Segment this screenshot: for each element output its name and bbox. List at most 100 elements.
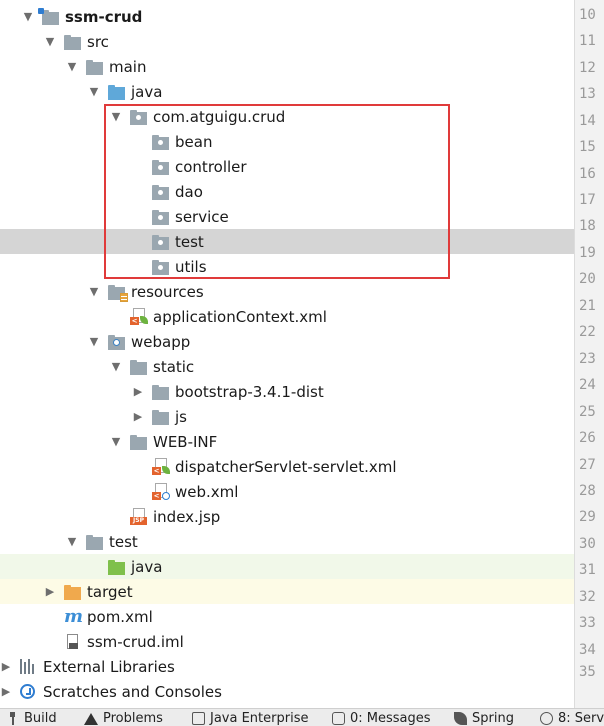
tree-item-webapp[interactable]: ▼ webapp: [0, 329, 574, 354]
tree-item-label: External Libraries: [43, 657, 175, 676]
tree-item-iml[interactable]: ssm-crud.iml: [0, 629, 574, 654]
tree-item-static[interactable]: ▼ static: [0, 354, 574, 379]
tree-item-label: pom.xml: [87, 607, 153, 626]
tree-item-label: src: [87, 32, 109, 51]
tab-java-enterprise[interactable]: Java Enterprise: [192, 711, 308, 726]
tree-item-main[interactable]: ▼ main: [0, 54, 574, 79]
line-number: 11: [579, 33, 596, 49]
tree-item-com-atguigu-crud[interactable]: ▼ com.atguigu.crud: [0, 104, 574, 129]
resources-folder-icon: [108, 284, 128, 302]
tree-item-bootstrap-dist[interactable]: ▶ bootstrap-3.4.1-dist: [0, 379, 574, 404]
tree-item-bean[interactable]: bean: [0, 129, 574, 154]
tab-build[interactable]: Build: [6, 711, 57, 726]
line-number: 28: [579, 483, 596, 499]
tree-item-label: bean: [175, 132, 213, 151]
services-icon: [540, 712, 553, 725]
tree-item-utils[interactable]: utils: [0, 254, 574, 279]
package-icon: [152, 209, 170, 225]
tree-item-js[interactable]: ▶ js: [0, 404, 574, 429]
chevron-down-icon[interactable]: ▼: [66, 535, 78, 549]
tree-item-src[interactable]: ▼ src: [0, 29, 574, 54]
tab-spring[interactable]: Spring: [454, 711, 514, 726]
package-icon: [152, 234, 170, 250]
line-number: 30: [579, 536, 596, 552]
folder-icon: [64, 34, 82, 50]
tree-item-label: Scratches and Consoles: [43, 682, 222, 701]
tree-item-label: index.jsp: [153, 507, 221, 526]
tab-problems[interactable]: Problems: [84, 711, 163, 726]
line-number: 32: [579, 589, 596, 605]
tree-item-label: utils: [175, 257, 207, 276]
line-number: 33: [579, 615, 596, 631]
line-number: 16: [579, 166, 596, 182]
chevron-down-icon[interactable]: ▼: [88, 335, 100, 349]
tree-item-target[interactable]: ▶ target: [0, 579, 574, 604]
tree-item-dispatcherservlet-xml[interactable]: < dispatcherServlet-servlet.xml: [0, 454, 574, 479]
tree-item-pom-xml[interactable]: m pom.xml: [0, 604, 574, 629]
line-number: 20: [579, 271, 596, 287]
tree-item-label: com.atguigu.crud: [153, 107, 286, 126]
tool-window-bar: Build Problems Java Enterprise 0: Messag…: [0, 708, 604, 726]
chevron-down-icon[interactable]: ▼: [110, 435, 122, 449]
chevron-down-icon[interactable]: ▼: [88, 285, 100, 299]
chevron-right-icon[interactable]: ▶: [0, 660, 12, 674]
chevron-down-icon[interactable]: ▼: [66, 60, 78, 74]
tree-item-controller[interactable]: controller: [0, 154, 574, 179]
editor-gutter: 10 11 12 13 14 15 16 17 18 19 20 21 22 2…: [574, 0, 604, 708]
line-number: 35: [579, 664, 596, 680]
hammer-icon: [6, 712, 19, 725]
project-tree: ▼ ssm-crud ▼ src ▼ main ▼ java ▼ com.atg…: [0, 0, 574, 708]
messages-icon: [332, 712, 345, 725]
chevron-right-icon[interactable]: ▶: [44, 585, 56, 599]
tab-label: Spring: [472, 711, 514, 726]
iml-file-icon: [64, 633, 82, 650]
line-number: 31: [579, 562, 596, 578]
tree-item-label: controller: [175, 157, 247, 176]
tree-item-web-xml[interactable]: < web.xml: [0, 479, 574, 504]
chevron-down-icon[interactable]: ▼: [110, 360, 122, 374]
tree-item-label: bootstrap-3.4.1-dist: [175, 382, 324, 401]
chevron-right-icon[interactable]: ▶: [132, 385, 144, 399]
tree-item-web-inf[interactable]: ▼ WEB-INF: [0, 429, 574, 454]
chevron-down-icon[interactable]: ▼: [110, 110, 122, 124]
jsp-file-icon: JSP: [130, 508, 148, 525]
line-number: 14: [579, 113, 596, 129]
spring-xml-file-icon: <: [130, 308, 148, 325]
tree-item-java[interactable]: ▼ java: [0, 79, 574, 104]
chevron-right-icon[interactable]: ▶: [132, 410, 144, 424]
source-root-folder-icon: [108, 84, 126, 100]
tree-item-index-jsp[interactable]: JSP index.jsp: [0, 504, 574, 529]
chevron-down-icon[interactable]: ▼: [22, 10, 34, 24]
warning-icon: [84, 712, 98, 725]
web-xml-file-icon: <: [152, 483, 170, 500]
folder-icon: [130, 359, 148, 375]
line-number: 10: [579, 7, 596, 23]
tree-item-test-java[interactable]: java: [0, 554, 574, 579]
tree-item-ssm-crud[interactable]: ▼ ssm-crud: [0, 4, 574, 29]
tree-item-label: dispatcherServlet-servlet.xml: [175, 457, 397, 476]
tree-item-dao[interactable]: dao: [0, 179, 574, 204]
tree-item-service[interactable]: service: [0, 204, 574, 229]
tree-item-scratches[interactable]: ▶ Scratches and Consoles: [0, 679, 574, 704]
tab-services[interactable]: 8: Serv: [540, 711, 604, 726]
tree-item-resources[interactable]: ▼ resources: [0, 279, 574, 304]
package-icon: [152, 159, 170, 175]
tree-item-label: webapp: [131, 332, 191, 351]
folder-icon: [86, 59, 104, 75]
line-number: 24: [579, 377, 596, 393]
package-icon: [152, 184, 170, 200]
chevron-right-icon[interactable]: ▶: [0, 685, 12, 699]
package-icon: [152, 134, 170, 150]
libraries-icon: [20, 658, 38, 675]
chevron-down-icon[interactable]: ▼: [88, 85, 100, 99]
java-enterprise-icon: [192, 712, 205, 725]
chevron-down-icon[interactable]: ▼: [44, 35, 56, 49]
tree-item-applicationcontext-xml[interactable]: < applicationContext.xml: [0, 304, 574, 329]
tree-item-label: web.xml: [175, 482, 239, 501]
tree-item-external-libraries[interactable]: ▶ External Libraries: [0, 654, 574, 679]
tree-item-test-folder[interactable]: ▼ test: [0, 529, 574, 554]
tab-messages[interactable]: 0: Messages: [332, 711, 431, 726]
tree-item-test-package[interactable]: test: [0, 229, 574, 254]
package-icon: [152, 259, 170, 275]
tree-item-label: test: [109, 532, 138, 551]
